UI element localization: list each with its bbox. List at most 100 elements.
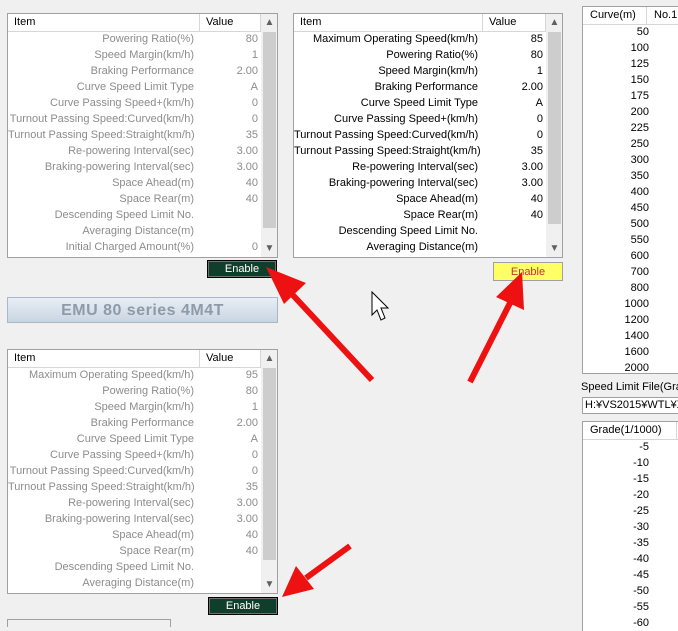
param-row[interactable]: Space Rear(m) 40 <box>294 207 546 223</box>
param-row[interactable]: Braking-powering Interval(sec) 3.00 <box>8 159 261 175</box>
param-row[interactable]: Descending Speed Limit No. <box>8 207 261 223</box>
param-row[interactable]: Curve Passing Speed+(km/h) 0 <box>8 447 261 463</box>
param-value[interactable]: 0 <box>480 111 546 127</box>
curve-row[interactable]: 1400 <box>583 328 678 344</box>
param-value[interactable]: 40 <box>480 191 546 207</box>
curve-row[interactable]: 350 <box>583 168 678 184</box>
param-row[interactable]: Turnout Passing Speed:Curved(km/h) 0 <box>294 127 546 143</box>
param-row[interactable]: Turnout Passing Speed:Straight(km/h) 35 <box>8 127 261 143</box>
param-row[interactable]: Powering Ratio(%) 80 <box>294 47 546 63</box>
param-value[interactable] <box>196 223 261 239</box>
param-row[interactable]: Re-powering Interval(sec) 3.00 <box>8 143 261 159</box>
param-value[interactable]: 35 <box>480 143 546 159</box>
param-value[interactable] <box>480 239 546 255</box>
param-value[interactable]: 1 <box>480 63 546 79</box>
curve-row[interactable]: 1600 <box>583 344 678 360</box>
param-value[interactable] <box>480 223 546 239</box>
param-value[interactable]: 1 <box>196 399 261 415</box>
curve-row[interactable]: 225 <box>583 120 678 136</box>
param-row[interactable]: Descending Speed Limit No. <box>294 223 546 239</box>
column-header-value[interactable]: Value <box>200 350 261 367</box>
grade-row[interactable]: -35 <box>583 535 678 551</box>
param-row[interactable]: Braking Performance 2.00 <box>8 415 261 431</box>
param-row[interactable]: Turnout Passing Speed:Straight(km/h) 35 <box>294 143 546 159</box>
param-row[interactable]: Curve Speed Limit Type A <box>8 431 261 447</box>
param-row[interactable]: Re-powering Interval(sec) 3.00 <box>294 159 546 175</box>
curve-row[interactable]: 250 <box>583 136 678 152</box>
column-header-value[interactable]: Value <box>483 14 546 31</box>
param-row[interactable]: Braking Performance 2.00 <box>294 79 546 95</box>
param-value[interactable]: A <box>196 79 261 95</box>
enable-button-top-right[interactable]: Enable <box>493 262 563 281</box>
param-row[interactable]: Braking Performance 2.00 <box>8 63 261 79</box>
param-row[interactable]: Space Ahead(m) 40 <box>8 175 261 191</box>
column-header-item[interactable]: Item <box>8 14 200 31</box>
param-value[interactable]: 40 <box>480 207 546 223</box>
column-header-no1[interactable]: No.1 <box>647 7 678 24</box>
curve-table[interactable]: Curve(m) No.1 50 100 125 150 175 200 225 250 300… <box>582 6 678 374</box>
curve-row[interactable]: 700 <box>583 264 678 280</box>
param-row[interactable]: Averaging Distance(m) <box>8 575 261 591</box>
scroll-up-icon[interactable]: ▲ <box>261 350 277 367</box>
column-header-value[interactable]: Value <box>200 14 261 31</box>
column-header-item[interactable]: Item <box>294 14 483 31</box>
param-value[interactable]: 3.00 <box>196 159 261 175</box>
param-value[interactable]: 80 <box>480 47 546 63</box>
scroll-thumb[interactable] <box>263 368 276 560</box>
param-value[interactable]: 95 <box>196 367 261 383</box>
param-row[interactable]: Braking-powering Interval(sec) 3.00 <box>294 175 546 191</box>
param-value[interactable]: 3.00 <box>196 495 261 511</box>
param-row[interactable]: Space Ahead(m) 40 <box>8 527 261 543</box>
speed-limit-file-path[interactable]: H:¥VS2015¥WTL¥X <box>582 397 678 414</box>
curve-row[interactable]: 600 <box>583 248 678 264</box>
param-value[interactable]: 35 <box>196 479 261 495</box>
param-row[interactable]: Turnout Passing Speed:Curved(km/h) 0 <box>8 111 261 127</box>
param-row[interactable]: Speed Margin(km/h) 1 <box>8 399 261 415</box>
param-row[interactable]: Braking-powering Interval(sec) 3.00 <box>8 511 261 527</box>
column-header-curve[interactable]: Curve(m) <box>583 7 647 24</box>
param-grid-bottom-left[interactable]: Item Value Maximum Operating Speed(km/h)… <box>7 349 278 594</box>
scroll-down-icon[interactable]: ▼ <box>261 240 277 257</box>
param-value[interactable]: 1 <box>196 47 261 63</box>
enable-button-bottom-left[interactable]: Enable <box>208 597 278 615</box>
curve-row[interactable]: 800 <box>583 280 678 296</box>
param-row[interactable]: Curve Speed Limit Type A <box>294 95 546 111</box>
grade-row[interactable]: -40 <box>583 551 678 567</box>
param-value[interactable]: 3.00 <box>480 159 546 175</box>
curve-row[interactable]: 200 <box>583 104 678 120</box>
scroll-thumb[interactable] <box>548 32 561 224</box>
grade-row[interactable]: -20 <box>583 487 678 503</box>
column-header-grade[interactable]: Grade(1/1000) <box>583 422 677 439</box>
param-row[interactable]: Space Rear(m) 40 <box>8 191 261 207</box>
param-value[interactable]: 0 <box>196 447 261 463</box>
param-value[interactable]: 35 <box>196 127 261 143</box>
curve-row[interactable]: 1200 <box>583 312 678 328</box>
curve-row[interactable]: 300 <box>583 152 678 168</box>
param-row[interactable]: Descending Speed Limit No. <box>8 559 261 575</box>
param-value[interactable]: A <box>196 431 261 447</box>
param-value[interactable]: 85 <box>480 31 546 47</box>
curve-row[interactable]: 450 <box>583 200 678 216</box>
param-value[interactable]: 3.00 <box>196 143 261 159</box>
scroll-down-icon[interactable]: ▼ <box>546 240 562 257</box>
scroll-thumb[interactable] <box>263 32 276 228</box>
scroll-down-icon[interactable]: ▼ <box>261 576 277 593</box>
scrollbar[interactable]: ▲ ▼ <box>261 14 277 257</box>
param-value[interactable]: 0 <box>196 111 261 127</box>
param-value[interactable]: 40 <box>196 527 261 543</box>
scrollbar[interactable]: ▲ ▼ <box>546 14 562 257</box>
enable-button-top-left[interactable]: Enable <box>207 260 277 278</box>
param-row[interactable]: Curve Speed Limit Type A <box>8 79 261 95</box>
scrollbar[interactable]: ▲ ▼ <box>261 350 277 593</box>
grade-row[interactable]: -10 <box>583 455 678 471</box>
curve-row[interactable]: 1000 <box>583 296 678 312</box>
grade-row[interactable]: -25 <box>583 503 678 519</box>
param-value[interactable]: 0 <box>196 239 261 255</box>
param-value[interactable]: 2.00 <box>196 415 261 431</box>
param-row[interactable]: Maximum Operating Speed(km/h) 85 <box>294 31 546 47</box>
param-value[interactable] <box>196 559 261 575</box>
param-value[interactable]: 2.00 <box>196 63 261 79</box>
curve-row[interactable]: 550 <box>583 232 678 248</box>
param-row[interactable]: Powering Ratio(%) 80 <box>8 31 261 47</box>
param-value[interactable]: 3.00 <box>480 175 546 191</box>
